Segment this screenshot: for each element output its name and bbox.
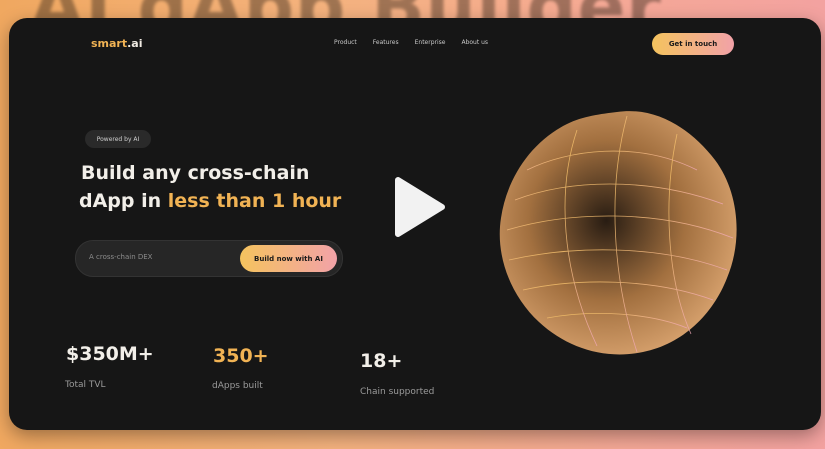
- logo-main: smart: [91, 37, 128, 50]
- website-preview-frame: smart.ai Product Features Enterprise Abo…: [9, 18, 821, 430]
- stat-dapps-label: dApps built: [212, 381, 263, 391]
- headline-line-2: dApp in less than 1 hour: [79, 187, 379, 215]
- headline-line-1: Build any cross-chain: [81, 162, 310, 184]
- nav-link-product[interactable]: Product: [334, 39, 357, 46]
- wavy-sphere-graphic: [499, 111, 737, 355]
- stat-dapps-value: 350+: [213, 345, 269, 367]
- nav-link-about[interactable]: About us: [461, 39, 488, 46]
- nav-link-features[interactable]: Features: [373, 39, 399, 46]
- stat-chains-label: Chain supported: [360, 387, 435, 397]
- nav-link-enterprise[interactable]: Enterprise: [415, 39, 446, 46]
- stat-tvl-label: Total TVL: [65, 380, 106, 390]
- headline-highlight: less than 1 hour: [167, 190, 342, 212]
- play-icon[interactable]: [380, 172, 450, 242]
- stat-tvl-value: $350M+: [66, 343, 154, 365]
- top-nav: Product Features Enterprise About us: [334, 39, 488, 46]
- logo[interactable]: smart.ai: [91, 37, 143, 50]
- prompt-input-placeholder[interactable]: A cross-chain DEX: [89, 253, 152, 261]
- get-in-touch-button[interactable]: Get in touch: [652, 33, 734, 55]
- powered-by-badge: Powered by AI: [85, 130, 151, 148]
- prompt-input-bar[interactable]: A cross-chain DEX Build now with AI: [75, 240, 343, 277]
- headline-prefix: dApp in: [79, 190, 168, 212]
- build-now-button[interactable]: Build now with AI: [240, 245, 337, 272]
- logo-suffix: .ai: [127, 37, 143, 50]
- stat-chains-value: 18+: [360, 350, 403, 372]
- hero-headline: Build any cross-chain dApp in less than …: [79, 159, 379, 215]
